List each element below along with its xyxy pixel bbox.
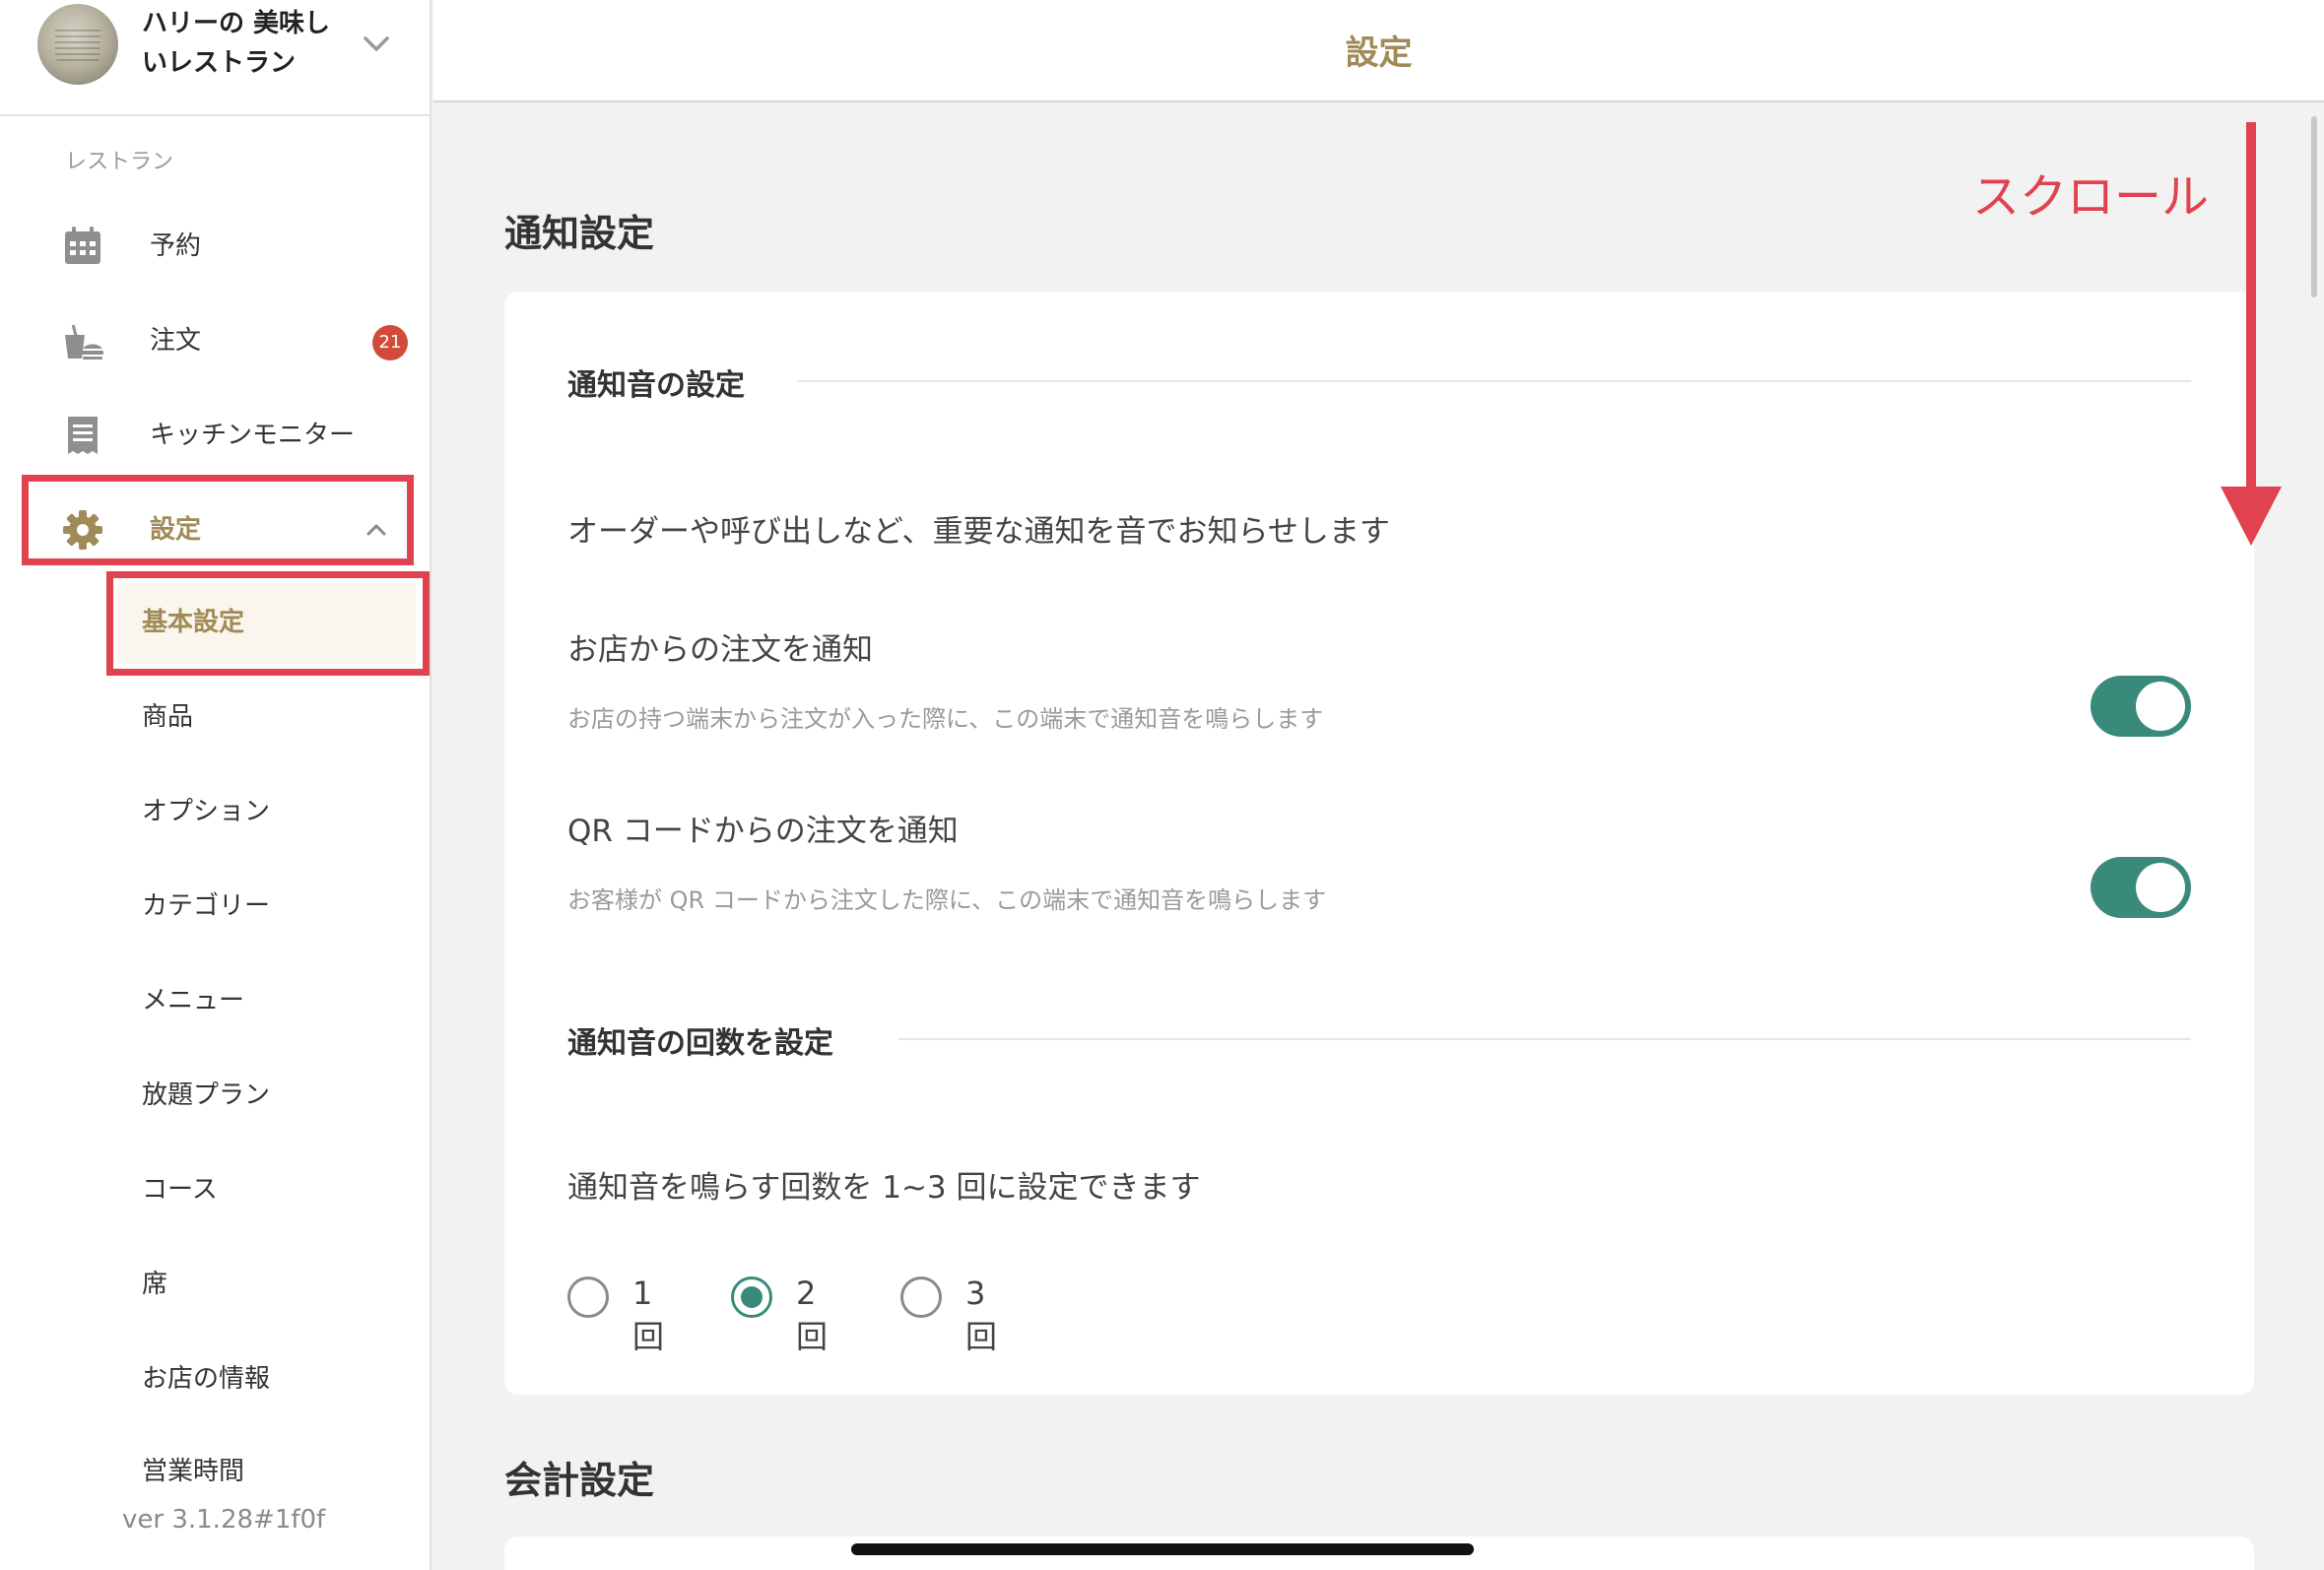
chevron-down-icon[interactable] bbox=[359, 26, 394, 61]
radio-1[interactable] bbox=[567, 1276, 609, 1318]
scrollbar[interactable] bbox=[2311, 116, 2317, 297]
sidebar-subitem-products[interactable]: 商品 bbox=[0, 674, 430, 764]
sidebar-subitem-all-you-can-plans[interactable]: 放題プラン bbox=[0, 1052, 430, 1143]
sidebar-subitem-label: 席 bbox=[142, 1270, 168, 1299]
radio-3-label: 3回 bbox=[965, 1275, 998, 1355]
sound-settings-description: オーダーや呼び出しなど、重要な通知を音でお知らせします bbox=[567, 514, 1390, 550]
radio-1-label: 1回 bbox=[632, 1275, 665, 1355]
arrow-down-icon bbox=[2221, 122, 2282, 546]
highlight-settings bbox=[22, 475, 414, 565]
sidebar-item-label: 予約 bbox=[150, 231, 202, 261]
sidebar: ハリーの 美味しいレストラン レストラン 予約 注文 21 キッチンモニター 設… bbox=[0, 0, 432, 1570]
notification-settings-card: 通知音の設定 オーダーや呼び出しなど、重要な通知を音でお知らせします お店からの… bbox=[504, 292, 2254, 1395]
sound-count-heading: 通知音の回数を設定 bbox=[567, 1026, 833, 1061]
notification-settings-title: 通知設定 bbox=[504, 212, 655, 255]
sidebar-subitem-seats[interactable]: 席 bbox=[0, 1241, 430, 1332]
sidebar-subitem-label: メニュー bbox=[142, 986, 245, 1015]
receipt-icon bbox=[68, 417, 98, 454]
sidebar-subitem-label: コース bbox=[142, 1175, 218, 1205]
qr-order-notify-toggle[interactable] bbox=[2091, 857, 2191, 918]
divider bbox=[798, 380, 2191, 382]
sidebar-subitem-categories[interactable]: カテゴリー bbox=[0, 863, 430, 953]
order-icon bbox=[65, 324, 103, 360]
sidebar-subitem-options[interactable]: オプション bbox=[0, 768, 430, 859]
qr-order-notify-subtitle: お客様が QR コードから注文した際に、この端末で通知音を鳴らします bbox=[567, 886, 1327, 914]
store-switcher[interactable]: ハリーの 美味しいレストラン bbox=[0, 0, 430, 116]
sidebar-subitem-label: 営業時間 bbox=[142, 1457, 245, 1485]
store-avatar bbox=[37, 4, 118, 85]
sidebar-subitem-label: お店の情報 bbox=[142, 1364, 271, 1394]
qr-order-notify-title: QR コードからの注文を通知 bbox=[567, 814, 959, 849]
main-content[interactable]: 通知設定 通知音の設定 オーダーや呼び出しなど、重要な通知を音でお知らせします … bbox=[433, 104, 2324, 1570]
order-count-badge: 21 bbox=[372, 325, 408, 360]
top-bar: 設定 bbox=[433, 0, 2324, 102]
divider bbox=[898, 1038, 2191, 1040]
radio-2[interactable] bbox=[731, 1276, 772, 1318]
section-label-restaurant: レストラン bbox=[65, 150, 174, 174]
sidebar-subitem-label: カテゴリー bbox=[142, 891, 271, 921]
sidebar-subitem-label: オプション bbox=[142, 797, 271, 826]
sidebar-subitem-label: 商品 bbox=[142, 702, 194, 732]
sidebar-item-kitchen-monitor[interactable]: キッチンモニター bbox=[0, 392, 430, 479]
sidebar-subitem-business-hours[interactable]: 営業時間 bbox=[0, 1430, 430, 1485]
toggle-knob bbox=[2136, 863, 2185, 912]
highlight-basic-settings bbox=[106, 571, 430, 676]
sound-count-description: 通知音を鳴らす回数を 1~3 回に設定できます bbox=[567, 1170, 1201, 1206]
sidebar-item-order[interactable]: 注文 21 bbox=[0, 297, 430, 384]
radio-3[interactable] bbox=[900, 1276, 942, 1318]
sidebar-item-label: キッチンモニター bbox=[150, 421, 356, 450]
calendar-icon bbox=[65, 227, 100, 264]
app-version: ver 3.1.28#1f0f bbox=[122, 1505, 326, 1535]
page-title: 設定 bbox=[1345, 33, 1413, 73]
radio-2-label: 2回 bbox=[796, 1275, 829, 1355]
sound-settings-heading: 通知音の設定 bbox=[567, 368, 745, 403]
sidebar-subitem-menu[interactable]: メニュー bbox=[0, 957, 430, 1048]
store-order-notify-subtitle: お店の持つ端末から注文が入った際に、この端末で通知音を鳴らします bbox=[567, 705, 1324, 733]
sidebar-subitem-label: 放題プラン bbox=[142, 1080, 271, 1110]
home-indicator[interactable] bbox=[851, 1543, 1474, 1555]
sidebar-item-reservation[interactable]: 予約 bbox=[0, 203, 430, 290]
sidebar-subitem-store-info[interactable]: お店の情報 bbox=[0, 1336, 430, 1426]
sidebar-item-label: 注文 bbox=[150, 326, 202, 356]
toggle-knob bbox=[2136, 682, 2185, 731]
store-name: ハリーの 美味しいレストラン bbox=[142, 9, 331, 78]
store-order-notify-title: お店からの注文を通知 bbox=[567, 632, 873, 668]
scroll-annotation-label: スクロール bbox=[1972, 169, 2210, 225]
store-order-notify-toggle[interactable] bbox=[2091, 676, 2191, 737]
sidebar-subitem-courses[interactable]: コース bbox=[0, 1146, 430, 1237]
accounting-settings-title: 会計設定 bbox=[504, 1459, 655, 1502]
